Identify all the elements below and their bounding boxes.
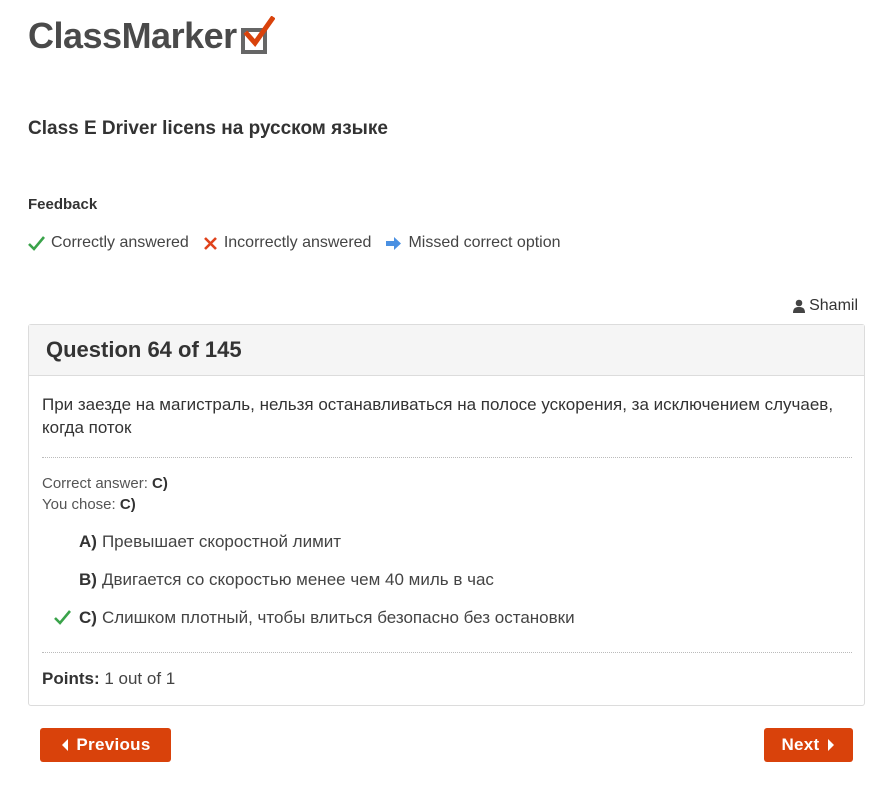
option-letter: C) — [79, 608, 97, 627]
previous-label: Previous — [76, 735, 151, 754]
option-text: Слишком плотный, чтобы влиться безопасно… — [101, 608, 575, 627]
question-header: Question 64 of 145 — [29, 325, 864, 376]
divider — [42, 652, 852, 653]
divider — [42, 457, 852, 458]
legend-incorrect-label: Incorrectly answered — [223, 234, 372, 251]
next-button[interactable]: Next — [764, 728, 853, 762]
cross-icon — [203, 236, 217, 250]
correct-answer-label: Correct answer: — [42, 475, 148, 492]
legend-correct-label: Correctly answered — [51, 234, 189, 251]
user-choice: You chose: C) — [42, 496, 136, 513]
legend-missed-label: Missed correct option — [408, 234, 561, 251]
user-icon — [793, 299, 806, 313]
classmarker-logo: ClassMarker — [28, 14, 275, 58]
option-letter: B) — [79, 570, 97, 589]
correct-answer-value: C) — [152, 475, 168, 492]
user-choice-label: You chose: — [42, 496, 116, 513]
logo-checkbox-icon — [240, 16, 275, 54]
question-heading: Question 64 of 145 — [46, 337, 242, 362]
legend-incorrect: Incorrectly answered — [203, 234, 372, 252]
check-icon — [28, 235, 45, 251]
logo-text: ClassMarker — [28, 15, 237, 56]
caret-left-icon — [62, 739, 69, 751]
feedback-heading: Feedback — [28, 196, 98, 213]
legend-correct: Correctly answered — [28, 234, 189, 252]
test-title: Class E Driver licens на русском языке — [28, 118, 388, 139]
option-c: C) Слишком плотный, чтобы влиться безопа… — [79, 608, 575, 628]
points: Points: 1 out of 1 — [42, 669, 175, 689]
user-name: Shamil — [809, 297, 858, 314]
option-letter: A) — [79, 532, 97, 551]
user-info: Shamil — [793, 297, 858, 315]
option-text: Двигается со скоростью менее чем 40 миль… — [101, 570, 494, 589]
question-text: При заезде на магистраль, нельзя останав… — [42, 395, 834, 437]
question-panel: Question 64 of 145 При заезде на магистр… — [28, 324, 865, 706]
correct-answer: Correct answer: C) — [42, 475, 168, 492]
points-value: 1 out of 1 — [104, 669, 176, 688]
caret-right-icon — [827, 739, 834, 751]
next-label: Next — [781, 735, 820, 754]
option-b: B) Двигается со скоростью менее чем 40 м… — [79, 570, 494, 590]
arrow-right-icon — [386, 236, 402, 250]
points-label: Points: — [42, 669, 100, 688]
legend-missed: Missed correct option — [385, 234, 561, 252]
option-a: A) Превышает скоростной лимит — [79, 532, 341, 552]
user-choice-value: C) — [119, 496, 136, 513]
feedback-legend: Correctly answered Incorrectly answered … — [28, 234, 575, 252]
option-text: Превышает скоростной лимит — [101, 532, 342, 551]
previous-button[interactable]: Previous — [40, 728, 171, 762]
check-icon — [54, 610, 71, 625]
